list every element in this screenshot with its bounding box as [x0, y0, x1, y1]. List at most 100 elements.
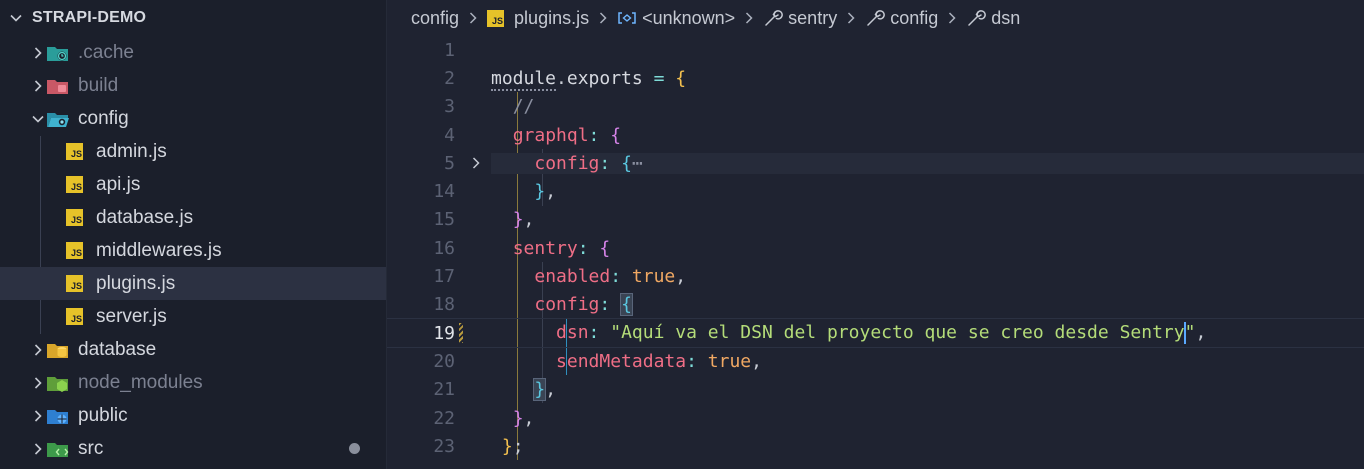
- breadcrumb-item-config-property[interactable]: config: [865, 8, 938, 29]
- code-line: 17 enabled: true,: [387, 262, 1364, 290]
- code-line: 15 },: [387, 206, 1364, 234]
- tree-item-src[interactable]: src: [0, 432, 386, 465]
- folder-public-icon: [46, 406, 70, 426]
- token-property: dsn: [556, 322, 589, 344]
- tree-item-cache[interactable]: .cache: [0, 36, 386, 69]
- matching-bracket: {: [620, 293, 633, 317]
- tree-item-label: database: [78, 338, 157, 360]
- tree-item-build[interactable]: build: [0, 69, 386, 102]
- code-line: 5 config: {⋯: [387, 149, 1364, 177]
- token-property: config: [534, 294, 600, 316]
- line-number: 2: [444, 67, 455, 89]
- chevron-right-icon: [746, 12, 753, 24]
- matching-bracket: }: [533, 378, 547, 402]
- code-line: 23 };: [387, 432, 1364, 460]
- token-boolean: true: [707, 350, 752, 372]
- line-number: 19: [433, 322, 455, 344]
- js-file-icon: JS: [66, 241, 90, 261]
- chevron-right-icon: [470, 12, 477, 24]
- wrench-icon: [968, 10, 987, 26]
- fold-chevron-right-icon[interactable]: [469, 156, 483, 170]
- breadcrumb-item-unknown[interactable]: <unknown>: [617, 8, 735, 29]
- tree-item-label: admin.js: [96, 140, 167, 162]
- chevron-right-icon: [34, 442, 42, 455]
- wrench-icon: [765, 10, 784, 26]
- tree-item-plugins-js[interactable]: JS plugins.js: [0, 267, 386, 300]
- token-boolean: true: [631, 266, 676, 288]
- bracket: {: [675, 67, 687, 89]
- line-number: 14: [433, 181, 455, 203]
- js-file-icon: JS: [66, 274, 90, 294]
- tree-item-server-js[interactable]: JS server.js: [0, 300, 386, 333]
- tree-item-node-modules[interactable]: node_modules: [0, 366, 386, 399]
- comment: //: [512, 96, 535, 118]
- tree-item-label: build: [78, 74, 119, 96]
- code-editor[interactable]: config JS plugins.js <unknown> sentry co…: [387, 0, 1364, 469]
- tree-item-database-js[interactable]: JS database.js: [0, 201, 386, 234]
- code-line: 20 sendMetadata: true,: [387, 347, 1364, 375]
- breadcrumb: config JS plugins.js <unknown> sentry co…: [387, 0, 1364, 36]
- chevron-right-icon: [949, 12, 956, 24]
- tree-item-label: public: [78, 404, 128, 426]
- tree-item-public[interactable]: public: [0, 399, 386, 432]
- code-line: 2 module.exports = {: [387, 64, 1364, 92]
- tree-item-database[interactable]: database: [0, 333, 386, 366]
- token-module: module: [491, 67, 557, 91]
- dirty-diff-marker[interactable]: [459, 322, 463, 343]
- folder-cache-icon: [46, 43, 70, 63]
- line-number: 5: [444, 152, 455, 174]
- tree-item-config[interactable]: config: [0, 102, 386, 135]
- folder-database-icon: [46, 340, 70, 360]
- token-property: config: [534, 152, 600, 174]
- breadcrumb-item-dsn[interactable]: dsn: [966, 8, 1020, 29]
- breadcrumb-item-config-folder[interactable]: config: [411, 8, 459, 29]
- chevron-right-icon: [34, 376, 42, 389]
- tree-item-api-js[interactable]: JS api.js: [0, 168, 386, 201]
- code-line: 21 },: [387, 376, 1364, 404]
- code-line: 1: [387, 36, 1364, 64]
- line-number: 17: [433, 266, 455, 288]
- code-area[interactable]: 1 2 module.exports = { 3 // 4 graphql: {: [387, 36, 1364, 460]
- token-property: sendMetadata: [556, 350, 687, 372]
- chevron-right-icon: [34, 46, 42, 59]
- tree-item-middlewares-js[interactable]: JS middlewares.js: [0, 234, 386, 267]
- modified-dot-icon: [349, 443, 360, 454]
- line-number: 4: [444, 124, 455, 146]
- explorer-root-label: STRAPI-DEMO: [32, 9, 147, 26]
- js-file-icon: JS: [487, 9, 505, 27]
- line-number: 1: [444, 39, 455, 61]
- folder-src-icon: [46, 439, 70, 459]
- tree-item-label: api.js: [96, 173, 141, 195]
- breadcrumb-item-plugins-js[interactable]: JS plugins.js: [487, 8, 589, 29]
- symbol-variable-icon: [618, 12, 636, 24]
- js-file-icon: JS: [66, 307, 90, 327]
- tree-item-label: node_modules: [78, 371, 203, 393]
- line-number: 20: [433, 350, 455, 372]
- code-line: 22 },: [387, 404, 1364, 432]
- chevron-right-icon: [34, 343, 42, 356]
- folder-build-icon: [46, 76, 70, 96]
- token-exports: exports: [566, 67, 643, 89]
- folder-config-open-icon: [46, 109, 70, 129]
- explorer-root-header[interactable]: STRAPI-DEMO: [0, 0, 386, 36]
- line-number: 3: [444, 96, 455, 118]
- js-file-icon: JS: [66, 142, 90, 162]
- folded-ellipsis[interactable]: ⋯: [632, 153, 643, 174]
- breadcrumb-item-sentry[interactable]: sentry: [763, 8, 837, 29]
- tree-item-label: plugins.js: [96, 272, 176, 294]
- code-line: 14 },: [387, 177, 1364, 205]
- code-line: 16 sentry: {: [387, 234, 1364, 262]
- tree-item-label: server.js: [96, 305, 167, 327]
- chevron-down-icon: [10, 14, 22, 22]
- token-string: "Aquí va el DSN del proyecto que se creo…: [610, 322, 1185, 344]
- chevron-right-icon: [34, 409, 42, 422]
- line-number: 21: [433, 379, 455, 401]
- line-number: 18: [433, 294, 455, 316]
- line-number: 16: [433, 237, 455, 259]
- tree-item-admin-js[interactable]: JS admin.js: [0, 135, 386, 168]
- tree-item-label: config: [78, 107, 129, 129]
- token-property: graphql: [512, 124, 589, 146]
- line-number: 15: [433, 209, 455, 231]
- js-file-icon: JS: [66, 208, 90, 228]
- explorer-sidebar: STRAPI-DEMO .cache build config JS admin…: [0, 0, 387, 469]
